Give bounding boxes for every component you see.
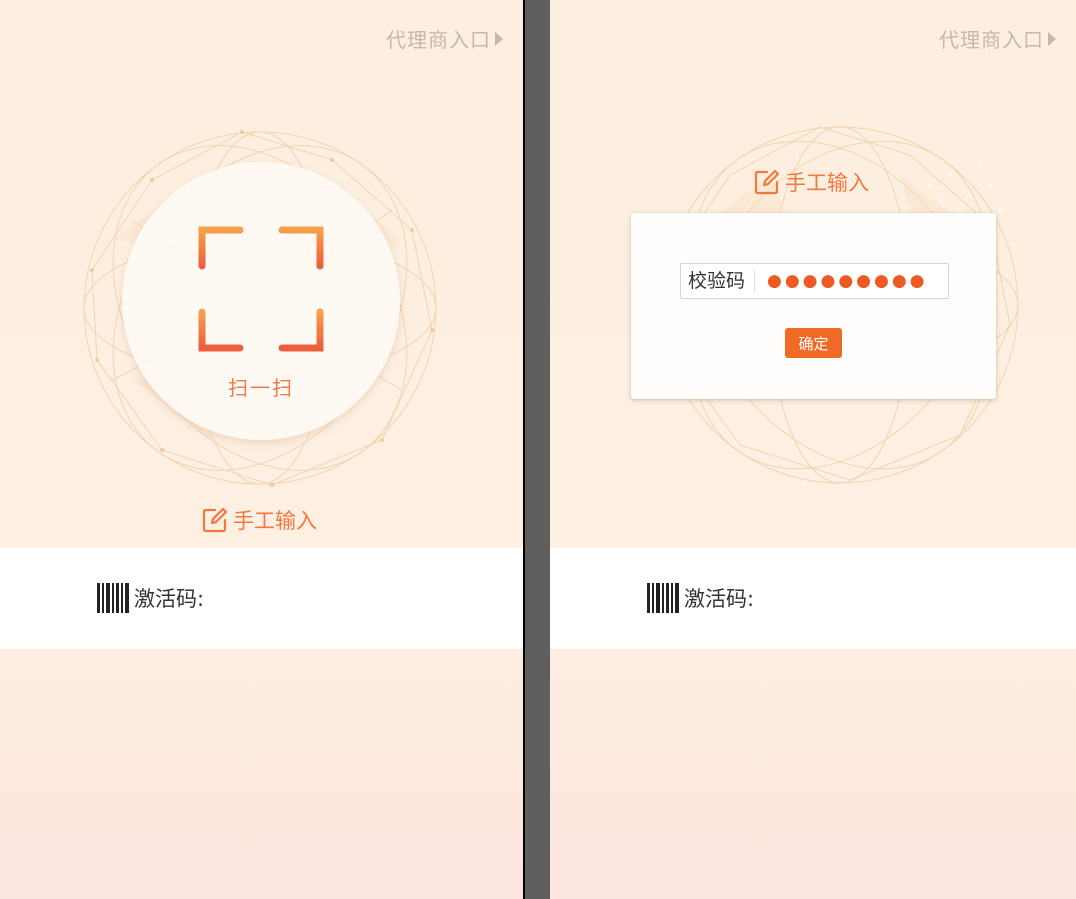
- manual-input-title[interactable]: 手工输入: [753, 167, 869, 197]
- scan-screen: 代理商入口 扫一扫 手工输入 激活码:: [0, 0, 523, 899]
- confirm-button[interactable]: 确定: [785, 328, 842, 358]
- caret-right-icon: [495, 31, 503, 46]
- agent-entry-link[interactable]: 代理商入口: [386, 24, 503, 53]
- activation-row: 激活码:: [647, 583, 754, 613]
- verification-code-input[interactable]: ●●●●●●●●●: [755, 271, 937, 291]
- manual-input-screen: 代理商入口 手工输入 校验码 ●●●●●●●●● 确定 激活码:: [550, 0, 1076, 899]
- manual-input-label: 手工输入: [785, 171, 869, 195]
- agent-entry-label: 代理商入口: [386, 28, 491, 52]
- caret-right-icon: [1048, 31, 1056, 46]
- scan-icon: [198, 226, 324, 352]
- barcode-icon: [647, 583, 679, 613]
- edit-icon: [202, 507, 228, 533]
- verification-code-label: 校验码: [681, 270, 756, 292]
- manual-input-link[interactable]: 手工输入: [201, 505, 317, 535]
- scan-label: 扫一扫: [228, 376, 294, 400]
- activation-row: 激活码:: [97, 583, 204, 613]
- verification-dialog: 校验码 ●●●●●●●●● 确定: [631, 213, 996, 399]
- manual-input-label: 手工输入: [233, 509, 317, 533]
- barcode-icon: [97, 583, 129, 613]
- agent-entry-link[interactable]: 代理商入口: [939, 24, 1056, 53]
- activation-label: 激活码:: [684, 587, 755, 611]
- scan-button[interactable]: 扫一扫: [122, 162, 400, 440]
- edit-icon: [754, 169, 780, 195]
- panel-divider: [523, 0, 525, 899]
- activation-label: 激活码:: [134, 587, 205, 611]
- activation-band: [550, 548, 1076, 649]
- activation-band: [0, 548, 523, 649]
- verification-code-field[interactable]: 校验码 ●●●●●●●●●: [680, 263, 949, 299]
- agent-entry-label: 代理商入口: [939, 28, 1044, 52]
